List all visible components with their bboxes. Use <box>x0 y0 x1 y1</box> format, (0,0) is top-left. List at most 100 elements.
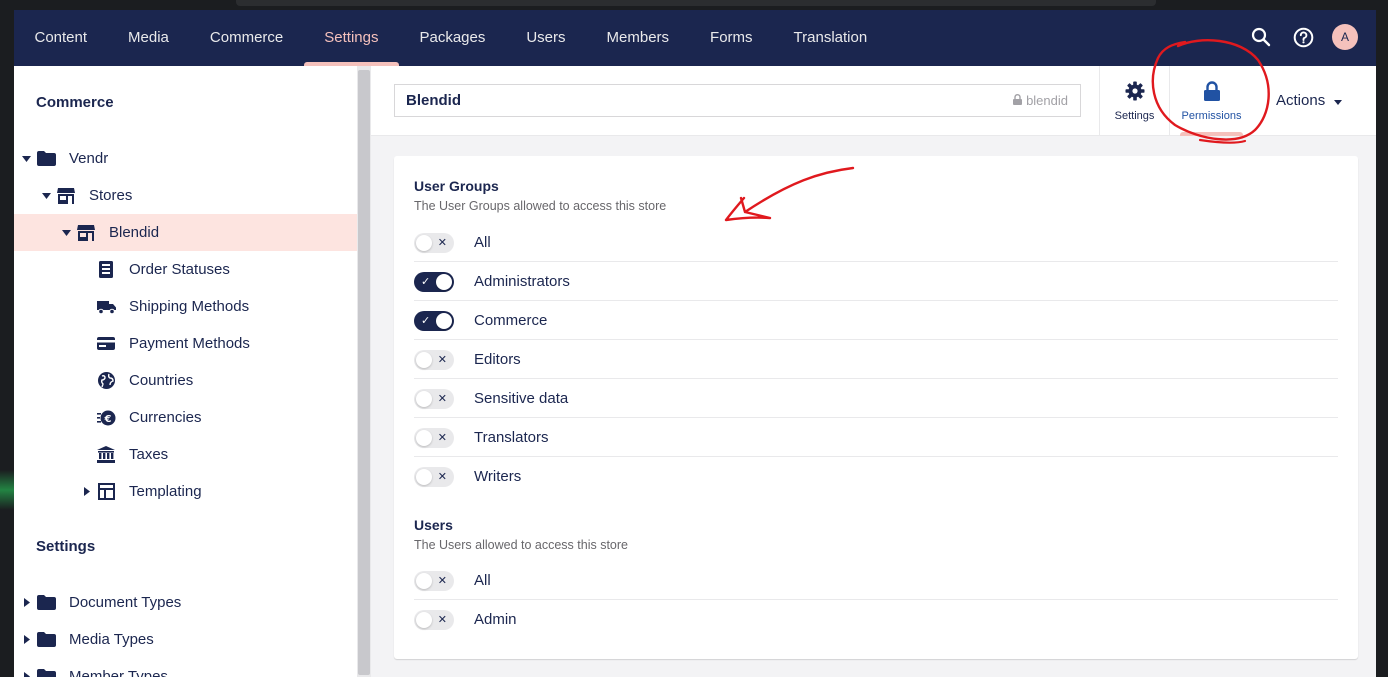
caret-down-icon[interactable] <box>41 191 51 201</box>
actions-dropdown-button[interactable]: Actions <box>1256 66 1362 136</box>
nav-item-content[interactable]: Content <box>14 10 108 66</box>
toggle-switch[interactable]: ✕ <box>414 467 454 487</box>
sidebar-scrollbar[interactable] <box>357 66 371 677</box>
caret-right-icon[interactable] <box>22 635 32 645</box>
toggle-switch[interactable]: ✕ <box>414 389 454 409</box>
user-avatar[interactable]: A <box>1332 24 1358 50</box>
caret-down-icon <box>1334 66 1343 136</box>
folder-icon <box>36 594 56 612</box>
store-icon <box>56 187 76 205</box>
user-group-label: Writers <box>474 468 522 485</box>
toggle-switch[interactable]: ✕ <box>414 571 454 591</box>
toggle-knob <box>436 274 452 290</box>
section-nav: Content Media Commerce Settings Packages… <box>14 10 888 66</box>
alias-field[interactable]: blendid <box>1013 85 1068 116</box>
editor-header: Blendid blendid Settings Permissions Act… <box>371 66 1376 136</box>
actions-label: Actions <box>1276 92 1326 109</box>
user-group-row-editors: ✕ Editors <box>414 340 1338 379</box>
tree-item-label: Currencies <box>129 409 202 426</box>
tree-item-label: Member Types <box>69 668 168 677</box>
lock-icon <box>1013 85 1023 116</box>
user-group-row-all: ✕ All <box>414 223 1338 262</box>
tab-settings[interactable]: Settings <box>1099 66 1169 136</box>
nav-item-media[interactable]: Media <box>108 10 190 66</box>
caret-right-icon[interactable] <box>22 598 32 608</box>
toggle-knob <box>416 430 432 446</box>
tree-item-label: Blendid <box>109 224 160 241</box>
tree-item-label: Countries <box>129 372 194 389</box>
tree-item-stores[interactable]: Stores <box>14 177 357 214</box>
tree-item-label: Templating <box>129 483 202 500</box>
toggle-switch[interactable]: ✕ <box>414 610 454 630</box>
truck-icon <box>96 298 116 316</box>
window-top-bar <box>0 0 1388 10</box>
nav-item-settings[interactable]: Settings <box>303 10 400 66</box>
caret-right-icon[interactable] <box>22 672 32 677</box>
tree-item-label: Shipping Methods <box>129 298 250 315</box>
store-icon <box>76 224 96 242</box>
tree-item-member-types[interactable]: Member Types <box>14 658 357 677</box>
tree-item-order-statuses[interactable]: Order Statuses <box>14 251 357 288</box>
tab-permissions[interactable]: Permissions <box>1169 66 1253 136</box>
tree-item-templating[interactable]: Templating <box>14 473 357 510</box>
user-group-label: Commerce <box>474 311 548 329</box>
tree-item-vendr[interactable]: Vendr <box>14 140 357 177</box>
user-groups-title: User Groups <box>414 178 499 194</box>
currency-icon: € <box>96 409 116 427</box>
tree-item-media-types[interactable]: Media Types <box>14 621 357 658</box>
search-icon[interactable] <box>1248 24 1274 50</box>
store-name-value: Blendid <box>406 92 461 109</box>
order-status-icon <box>96 261 116 279</box>
bank-icon <box>96 446 116 464</box>
close-icon: ✕ <box>437 354 447 366</box>
tree-item-document-types[interactable]: Document Types <box>14 584 357 621</box>
nav-item-packages[interactable]: Packages <box>399 10 506 66</box>
toggle-switch[interactable]: ✕ <box>414 233 454 253</box>
toggle-knob <box>416 469 432 485</box>
toggle-switch[interactable]: ✓ <box>414 311 454 331</box>
tree-item-payment-methods[interactable]: Payment Methods <box>14 325 357 362</box>
nav-item-commerce[interactable]: Commerce <box>189 10 303 66</box>
nav-item-translation[interactable]: Translation <box>773 10 888 66</box>
tree-item-shipping-methods[interactable]: Shipping Methods <box>14 288 357 325</box>
user-group-label: Sensitive data <box>474 389 569 407</box>
checkmark-icon: ✓ <box>421 276 431 288</box>
toggle-switch[interactable]: ✕ <box>414 428 454 448</box>
caret-right-icon[interactable] <box>82 487 92 497</box>
user-group-row-writers: ✕ Writers <box>414 457 1338 496</box>
help-icon[interactable] <box>1290 24 1316 50</box>
toggle-switch[interactable]: ✕ <box>414 350 454 370</box>
user-group-label: Editors <box>474 350 521 368</box>
nav-item-members[interactable]: Members <box>586 10 690 66</box>
toggle-knob <box>416 573 432 589</box>
tree-item-label: Media Types <box>69 631 154 648</box>
store-name-input[interactable]: Blendid blendid <box>394 84 1081 117</box>
toggle-knob <box>416 391 432 407</box>
tree-item-countries[interactable]: Countries <box>14 362 357 399</box>
tree-item-blendid[interactable]: Blendid <box>14 214 357 251</box>
close-icon: ✕ <box>437 614 447 626</box>
toggle-knob <box>416 235 432 251</box>
toggle-switch[interactable]: ✓ <box>414 272 454 292</box>
caret-down-icon[interactable] <box>21 154 31 164</box>
nav-item-forms[interactable]: Forms <box>690 10 774 66</box>
tab-permissions-label: Permissions <box>1181 109 1242 122</box>
header-tools: A <box>1248 24 1358 50</box>
sidebar-section-commerce: Commerce <box>36 94 114 111</box>
caret-down-icon[interactable] <box>61 228 71 238</box>
user-group-label: All <box>474 233 491 251</box>
permissions-panel: User Groups The User Groups allowed to a… <box>394 156 1358 659</box>
scrollbar-thumb[interactable] <box>358 70 370 675</box>
user-row-admin: ✕ Admin <box>414 600 1338 639</box>
user-group-row-commerce: ✓ Commerce <box>414 301 1338 340</box>
tab-settings-label: Settings <box>1114 109 1155 122</box>
user-label: Admin <box>474 611 517 628</box>
tree-item-currencies[interactable]: € Currencies <box>14 399 357 436</box>
tree-item-label: Vendr <box>69 150 109 167</box>
checkmark-icon: ✓ <box>421 315 431 327</box>
nav-item-users[interactable]: Users <box>506 10 586 66</box>
user-row-all: ✕ All <box>414 561 1338 600</box>
tree-item-taxes[interactable]: Taxes <box>14 436 357 473</box>
users-description: The Users allowed to access this store <box>414 538 628 552</box>
editor-area: Blendid blendid Settings Permissions Act… <box>371 66 1376 677</box>
